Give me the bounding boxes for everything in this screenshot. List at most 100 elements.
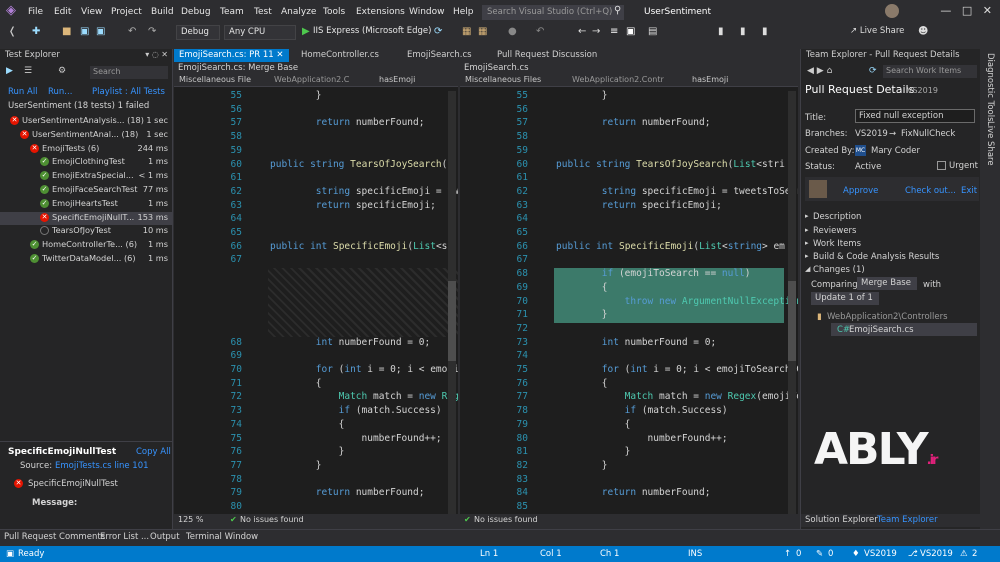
section-3[interactable]: Build & Code Analysis Results <box>813 252 939 262</box>
left-member-dropdown[interactable]: hasEmoji <box>379 75 415 84</box>
table-row[interactable]: ✓ EmojiFaceSearchTest 77 ms <box>0 184 172 197</box>
search-icon[interactable]: ⚲ <box>614 5 621 16</box>
bell-icon[interactable]: ⚠ <box>960 549 968 559</box>
status-up-count[interactable]: 0 <box>796 549 801 559</box>
compare-icon[interactable]: ▤ <box>648 26 657 37</box>
search-input[interactable]: Search Visual Studio (Ctrl+Q) <box>482 5 624 20</box>
right-code-editor[interactable]: 55 } 56 57 return numberFound; 58 59 60 public… <box>460 87 798 514</box>
scrollbar-thumb[interactable] <box>788 281 796 361</box>
bottom-tab-0[interactable]: Pull Request Comments <box>4 532 105 542</box>
branch-icon[interactable]: ⎇ <box>908 549 918 559</box>
status-pencil-count[interactable]: 0 <box>828 549 833 559</box>
pr-title-input[interactable]: Fixed null exception <box>855 109 975 123</box>
right-member-dropdown[interactable]: hasEmoji <box>692 75 728 84</box>
table-row[interactable]: ✓ EmojiHeartsTest 1 ms <box>0 198 172 211</box>
run-target-button[interactable]: IIS Express (Microsoft Edge) <box>313 26 431 36</box>
checkout-link[interactable]: Check out... <box>905 186 956 196</box>
nav-forward-icon[interactable]: → <box>592 26 600 37</box>
config-dropdown[interactable]: Debug <box>176 25 220 40</box>
group-icon[interactable]: ☰ <box>24 66 32 76</box>
open-folder-icon[interactable]: ■ <box>62 26 71 37</box>
exit-link[interactable]: Exit <box>961 186 977 196</box>
playlist-link[interactable]: Playlist : All Tests <box>92 87 165 97</box>
test-search-input[interactable]: Search <box>90 66 168 79</box>
up-arrow-icon[interactable]: ↑ <box>784 549 791 559</box>
menu-test[interactable]: Test <box>254 7 272 17</box>
table-row[interactable]: ✕ SpecificEmojiNullT... 153 ms <box>0 211 172 225</box>
redo-icon[interactable]: ↷ <box>148 26 156 37</box>
bookmark-icon[interactable]: ▮ <box>718 26 724 37</box>
run-tests-icon[interactable]: ▶ <box>6 66 13 76</box>
source-link[interactable]: EmojiTests.cs line 101 <box>55 461 149 471</box>
section-2[interactable]: Work Items <box>813 239 861 249</box>
scrollbar-thumb[interactable] <box>448 281 456 361</box>
left-scope-dropdown[interactable]: Miscellaneous File <box>179 75 251 84</box>
right-scope-dropdown[interactable]: Miscellaneous Files <box>465 75 541 84</box>
panel-pin-icon[interactable]: ▾ ◌ ✕ <box>145 50 168 59</box>
pencil-icon[interactable]: ✎ <box>816 549 823 559</box>
changed-file-name[interactable]: EmojiSearch.cs <box>849 325 914 335</box>
zoom-dropdown[interactable]: 125 % <box>178 515 203 524</box>
undo-icon[interactable]: ↶ <box>128 26 136 37</box>
menu-extensions[interactable]: Extensions <box>356 7 405 17</box>
repo-icon[interactable]: ♦ <box>852 549 860 559</box>
section-arrow-icon[interactable]: ▸ <box>805 212 809 220</box>
menu-project[interactable]: Project <box>111 7 142 17</box>
copy-all-link[interactable]: Copy All <box>136 447 171 457</box>
table-row[interactable]: ✓ HomeControllerTe... (6) 1 ms <box>0 239 172 252</box>
avatar[interactable] <box>885 4 899 18</box>
status-branch[interactable]: VS2019 <box>920 549 953 559</box>
table-row[interactable]: TearsOfJoyTest 10 ms <box>0 225 172 238</box>
menu-file[interactable]: File <box>28 7 43 17</box>
bottom-tab-3[interactable]: Terminal Window <box>186 532 258 542</box>
table-row[interactable]: ✓ EmojiClothingTest 1 ms <box>0 156 172 169</box>
urgent-checkbox[interactable] <box>937 161 946 170</box>
menu-tools[interactable]: Tools <box>323 7 345 17</box>
table-row[interactable]: ✕ UserSentimentAnal... (18) 1 sec <box>0 129 172 142</box>
menu-debug[interactable]: Debug <box>181 7 211 17</box>
save-icon[interactable]: ▣ <box>80 26 89 37</box>
folder-path[interactable]: WebApplication2\Controllers <box>827 312 948 322</box>
left-code-editor[interactable]: 55 } 56 57 return numberFound; 58 59 60 public… <box>174 87 458 514</box>
bookmark-next-icon[interactable]: ▮ <box>762 26 768 37</box>
feedback-icon[interactable]: ☻ <box>918 26 928 37</box>
bookmark-prev-icon[interactable]: ▮ <box>740 26 746 37</box>
save-all-icon[interactable]: ▣ <box>96 26 105 37</box>
bottom-tab-1[interactable]: Error List ... <box>100 532 149 542</box>
section-0[interactable]: Description <box>813 212 861 222</box>
nav-back-icon[interactable]: ← <box>578 26 586 37</box>
table-row[interactable]: ✓ EmojiExtraSpecial... < 1 ms <box>0 170 172 183</box>
table-row[interactable]: ✕ EmojiTests (6) 244 ms <box>0 143 172 156</box>
menu-build[interactable]: Build <box>151 7 174 17</box>
bottom-tab-2[interactable]: Output <box>150 532 180 542</box>
section-arrow-icon[interactable]: ▸ <box>805 252 809 260</box>
left-class-dropdown[interactable]: WebApplication2.C <box>274 75 349 84</box>
start-debug-icon[interactable]: ▶ <box>302 26 310 37</box>
run-all-link[interactable]: Run All <box>8 87 38 97</box>
solution-explorer-tab[interactable]: Solution Explorer <box>805 515 878 525</box>
section-arrow-icon[interactable]: ▸ <box>805 226 809 234</box>
window-controls[interactable]: — □ ✕ <box>940 4 992 17</box>
run-link[interactable]: Run... <box>48 87 72 97</box>
step-icon[interactable]: ↶ <box>536 26 544 37</box>
section-4[interactable]: Changes (1) <box>813 265 865 275</box>
new-project-icon[interactable]: ✚ <box>32 26 40 37</box>
tab-close-icon[interactable]: ✕ <box>274 50 283 60</box>
menu-window[interactable]: Window <box>409 7 445 17</box>
menu-team[interactable]: Team <box>220 7 244 17</box>
comparing-dropdown[interactable]: Merge Base <box>857 277 917 290</box>
live-share-button[interactable]: ↗ Live Share <box>850 26 904 36</box>
tab-2[interactable]: EmojiSearch.cs <box>402 49 477 62</box>
menu-help[interactable]: Help <box>453 7 474 17</box>
breakpoints-icon[interactable]: ● <box>508 26 517 37</box>
table-row[interactable]: ✓ TwitterDataModel... (6) 1 ms <box>0 253 172 266</box>
section-arrow-icon[interactable]: ▸ <box>805 239 809 247</box>
browser-link-icon[interactable]: ▦ <box>462 26 471 37</box>
update-dropdown[interactable]: Update 1 of 1 <box>811 292 879 305</box>
lock-icon[interactable]: ▣ <box>626 26 635 37</box>
menu-view[interactable]: View <box>81 7 102 17</box>
right-class-dropdown[interactable]: WebApplication2.Contr <box>572 75 664 84</box>
inline-diff-icon[interactable]: ≡ <box>610 26 618 37</box>
team-back-icon[interactable]: ◀ ▶ ⌂ <box>807 66 832 76</box>
code-scrollbar[interactable] <box>448 91 456 514</box>
